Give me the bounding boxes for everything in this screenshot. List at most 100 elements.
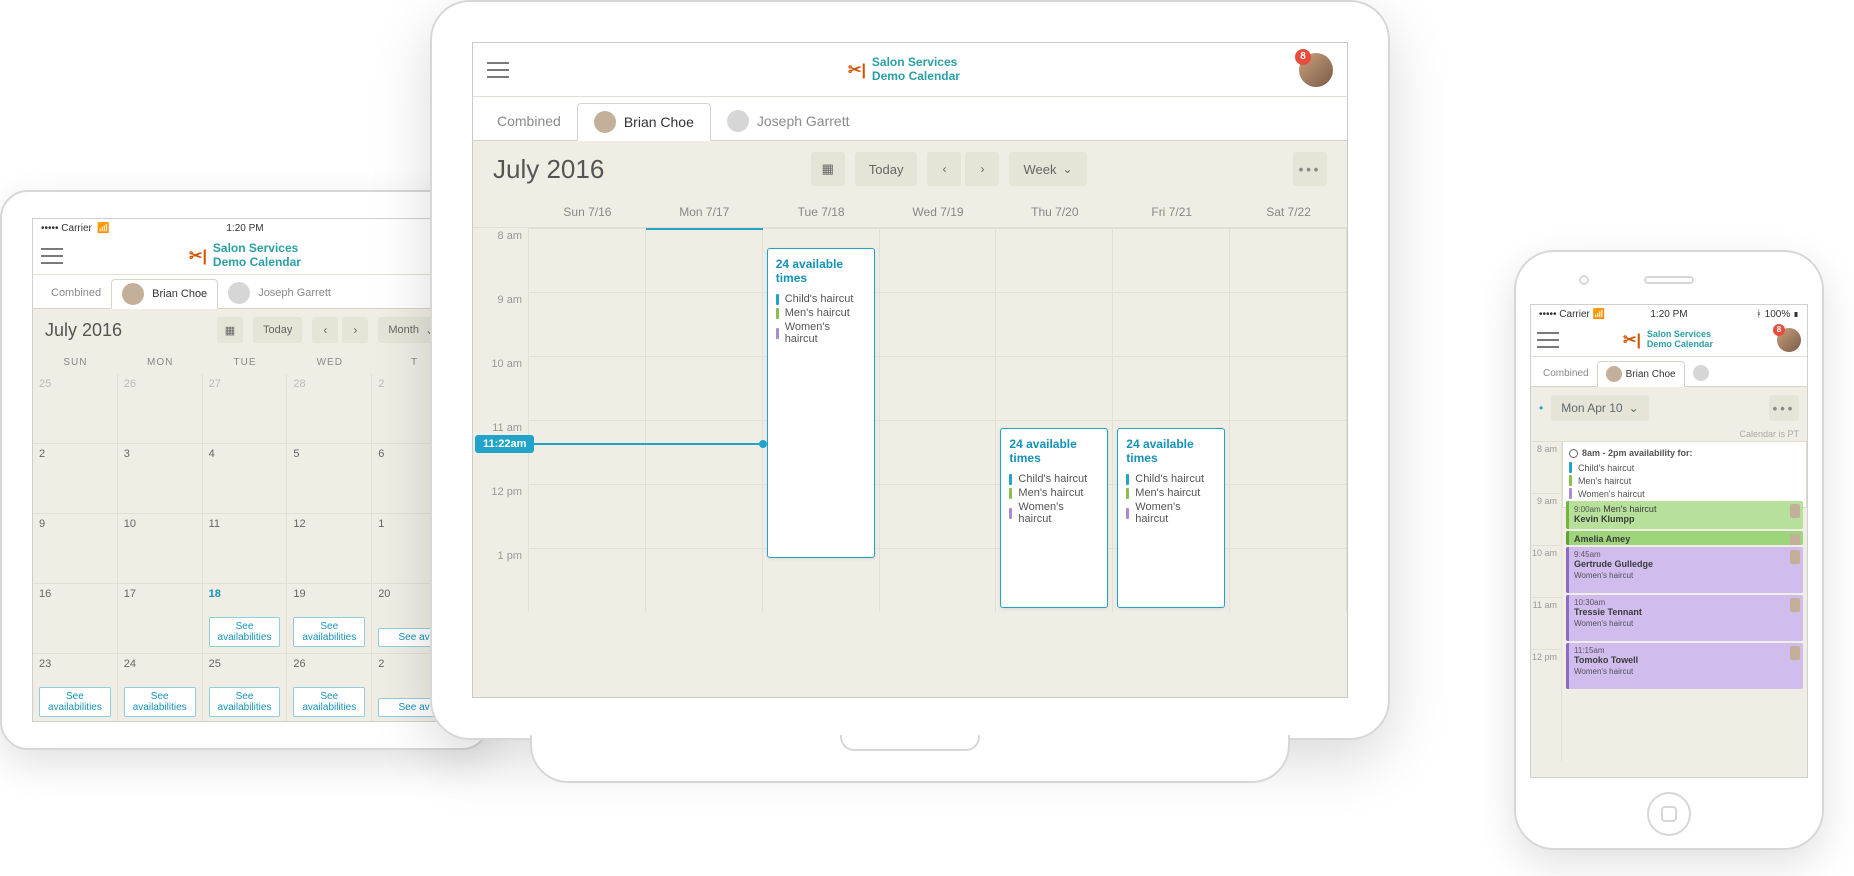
day-cell[interactable]: 17	[118, 584, 203, 654]
tab-brian[interactable]: Brian Choe	[111, 279, 218, 309]
hour-label: 10 am	[1531, 545, 1561, 597]
day-col-mon[interactable]	[646, 228, 763, 612]
menu-icon[interactable]	[487, 62, 509, 78]
day-cell[interactable]: 2	[33, 444, 118, 514]
see-availabilities[interactable]: See availabilities	[209, 687, 281, 717]
service-item: Child's haircut	[776, 293, 866, 305]
user-avatar[interactable]: 8	[1777, 328, 1801, 352]
service-item: Women's haircut	[1126, 501, 1216, 525]
day-cell[interactable]: 25See availabilities	[203, 654, 288, 722]
day-col-fri[interactable]: 24 available times Child's haircut Men's…	[1113, 228, 1230, 612]
next-button[interactable]: ›	[342, 317, 368, 343]
event[interactable]: 11:15am Tomoko Towell Women's haircut	[1566, 643, 1803, 689]
user-avatar[interactable]: 8	[1299, 53, 1333, 87]
day-cell[interactable]: 9	[33, 514, 118, 584]
tab-combined[interactable]: Combined	[1535, 360, 1597, 386]
day-cell[interactable]: 12	[287, 514, 372, 584]
day-cell[interactable]: 23See availabilities	[33, 654, 118, 722]
now-time-pill: 11:22am	[475, 435, 534, 453]
tab-joseph[interactable]: Joseph Garrett	[711, 102, 866, 140]
tab-joseph[interactable]	[1685, 360, 1717, 386]
day-cell[interactable]: 28	[287, 374, 372, 444]
view-select[interactable]: Week ⌄	[1009, 152, 1086, 186]
availability-title: 24 available times	[1009, 437, 1099, 465]
grid-icon-button[interactable]: ▦	[217, 317, 243, 343]
prev-button[interactable]: ‹	[312, 317, 338, 343]
tab-combined[interactable]: Combined	[481, 102, 577, 140]
app-header: ✂︎| Salon ServicesDemo Calendar 8	[1531, 323, 1807, 357]
see-availabilities[interactable]: See availabilities	[209, 617, 281, 647]
hour-label: 10 am	[473, 356, 528, 420]
availability-header: 8am - 2pm availability for: Child's hair…	[1562, 441, 1807, 508]
day-cell[interactable]: 26	[118, 374, 203, 444]
clock-icon	[1569, 449, 1578, 458]
availability-title: 24 available times	[776, 257, 866, 285]
day-cell[interactable]: 26See availabilities	[287, 654, 372, 722]
event[interactable]: 10:30am Tressie Tennant Women's haircut	[1566, 595, 1803, 641]
see-availabilities[interactable]: See availabilities	[293, 687, 365, 717]
day-column[interactable]: 8am - 2pm availability for: Child's hair…	[1561, 441, 1807, 761]
event[interactable]: Amelia Amey	[1566, 531, 1803, 545]
see-availabilities[interactable]: See availabilities	[293, 617, 365, 647]
day-header: Thu 7/20	[996, 197, 1113, 227]
more-button[interactable]: •••	[1293, 152, 1327, 186]
status-time: 1:20 PM	[1650, 309, 1687, 320]
service-item: Men's haircut	[1126, 487, 1216, 499]
next-button[interactable]: ›	[965, 152, 999, 186]
availability-card[interactable]: 24 available times Child's haircut Men's…	[1000, 428, 1108, 608]
tab-brian[interactable]: Brian Choe	[577, 103, 711, 141]
home-button[interactable]	[1647, 792, 1691, 836]
phone-camera	[1579, 275, 1589, 285]
see-availabilities[interactable]: See availabilities	[39, 687, 111, 717]
tablet-device: ••••• Carrier 📶 1:20 PM ✂︎| Salon Servic…	[0, 190, 490, 750]
day-col-tue[interactable]: 24 available times Child's haircut Men's…	[763, 228, 880, 612]
availability-card[interactable]: 24 available times Child's haircut Men's…	[1117, 428, 1225, 608]
prev-button[interactable]: ‹	[927, 152, 961, 186]
day-cell[interactable]: 27	[203, 374, 288, 444]
day-col-sat[interactable]	[1230, 228, 1347, 612]
phone-speaker	[1644, 276, 1694, 284]
see-availabilities[interactable]: See availabilities	[124, 687, 196, 717]
today-button[interactable]: Today	[253, 317, 302, 343]
day-cell[interactable]: 19See availabilities	[287, 584, 372, 654]
scissors-icon: ✂︎|	[848, 60, 866, 80]
avatar-icon	[122, 283, 144, 305]
event[interactable]: 9:45am Gertrude Gulledge Women's haircut	[1566, 547, 1803, 593]
now-time-line	[529, 443, 763, 445]
date-picker[interactable]: Mon Apr 10 ⌄	[1551, 395, 1648, 421]
day-col-thu[interactable]: 24 available times Child's haircut Men's…	[996, 228, 1113, 612]
availability-title: 24 available times	[1126, 437, 1216, 465]
day-cell[interactable]: 16	[33, 584, 118, 654]
hour-label: 9 am	[473, 292, 528, 356]
day-cell[interactable]: 4	[203, 444, 288, 514]
tab-joseph[interactable]: Joseph Garrett	[218, 278, 341, 308]
day-cell[interactable]: 5	[287, 444, 372, 514]
avatar-icon	[1693, 365, 1709, 381]
day-col-sun[interactable]	[529, 228, 646, 612]
user-tabs: Combined Brian Choe	[1531, 357, 1807, 387]
day-cell[interactable]: 11	[203, 514, 288, 584]
availability-card[interactable]: 24 available times Child's haircut Men's…	[767, 248, 875, 558]
today-button[interactable]: Today	[855, 152, 918, 186]
day-cell[interactable]: 3	[118, 444, 203, 514]
event[interactable]: 9:00am Men's haircut Kevin Klumpp	[1566, 501, 1803, 529]
menu-icon[interactable]	[41, 248, 63, 264]
day-cell[interactable]: 18See availabilities	[203, 584, 288, 654]
status-carrier: ••••• Carrier 📶	[41, 223, 110, 234]
day-col-wed[interactable]	[880, 228, 997, 612]
day-cell[interactable]: 10	[118, 514, 203, 584]
tab-brian[interactable]: Brian Choe	[1597, 361, 1685, 387]
grid-icon-button[interactable]: ▦	[811, 152, 845, 186]
chevron-left-icon: ‹	[942, 162, 946, 176]
day-cell[interactable]: 24See availabilities	[118, 654, 203, 722]
day-header: Sat 7/22	[1230, 197, 1347, 227]
scissors-icon: ✂︎|	[189, 246, 207, 266]
more-button[interactable]: •••	[1769, 395, 1799, 421]
brand-logo: ✂︎| Salon ServicesDemo Calendar	[848, 56, 960, 82]
menu-icon[interactable]	[1537, 332, 1559, 348]
phone-screen: ••••• Carrier 📶 1:20 PM ᚼ 100% ▮ ✂︎| Sal…	[1530, 304, 1808, 778]
chevron-left-icon: ‹	[323, 323, 327, 337]
tab-combined[interactable]: Combined	[41, 278, 111, 308]
brand-logo: ✂︎| Salon ServicesDemo Calendar	[1623, 330, 1713, 350]
day-cell[interactable]: 25	[33, 374, 118, 444]
